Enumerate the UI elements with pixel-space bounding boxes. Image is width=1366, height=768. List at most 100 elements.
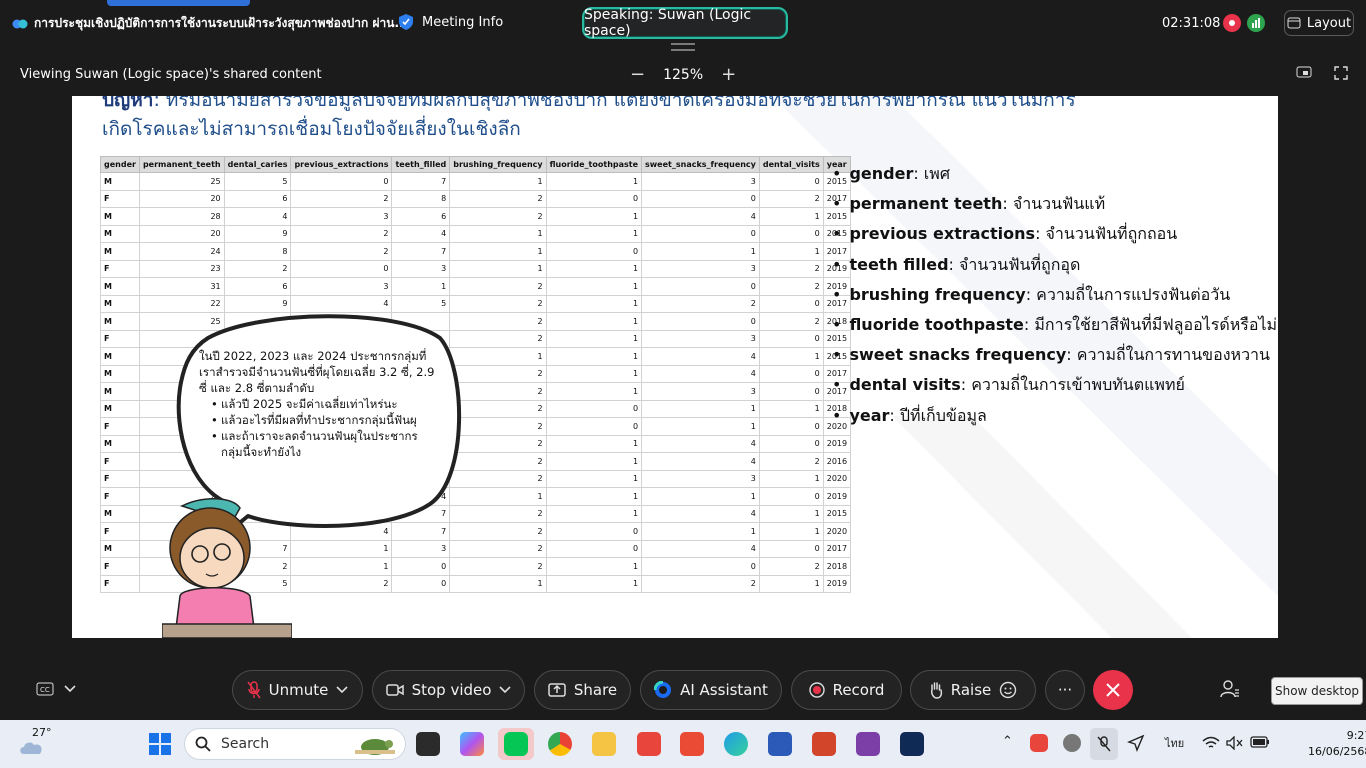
meeting-info-button[interactable]: Meeting Info [398,13,503,31]
more-options-label: ··· [1057,681,1073,699]
drag-handle[interactable] [671,43,695,51]
powerpoint-app-icon[interactable] [812,732,836,756]
table-cell: 1 [758,399,824,418]
line-app-icon[interactable] [498,728,534,760]
table-cell: 1 [449,259,547,278]
ai-assistant-label: AI Assistant [680,681,768,699]
location-icon[interactable] [1127,734,1145,752]
chrome-app-icon[interactable] [548,732,572,756]
system-clock[interactable]: 9:27 16/06/2568 [1308,728,1366,760]
table-cell: 8 [391,189,451,208]
layout-button[interactable]: Layout [1284,10,1354,36]
definition-term: permanent teeth [849,194,1003,214]
active-speaker-badge: Speaking: Suwan (Logic space) [582,7,788,39]
definition-term: gender [849,164,914,183]
line-logo-icon [504,732,528,756]
definition-desc: : จำนวนฟันที่ถูกถอน [1035,224,1178,244]
volume-muted-icon[interactable] [1226,736,1244,750]
recording-indicator-icon[interactable] [1223,14,1241,32]
definition-item: brushing frequency: ความถี่ในการแปรงฟันต… [832,280,1277,310]
table-cell: 1 [545,277,643,296]
raise-label: Raise [950,681,992,699]
unmute-button[interactable]: Unmute [232,670,363,710]
definition-term: year [849,405,890,425]
status-tray-icon[interactable] [1063,734,1081,752]
table-cell: 6 [223,189,292,208]
folder-app-icon[interactable] [592,732,616,756]
reactions-icon[interactable] [999,681,1017,699]
table-cell: 2 [449,539,547,558]
file-explorer-app-icon[interactable] [416,732,440,756]
webex-app-icon[interactable] [900,732,924,756]
slides-app-icon[interactable] [680,732,704,756]
table-cell: 4 [641,347,760,366]
network-health-icon[interactable] [1247,14,1265,32]
table-cell: 24 [138,242,225,261]
problem-line-2: เกิดโรคและไม่สามารถเชื่อมโยงปัจจัยเสี่ยง… [102,118,521,140]
share-button[interactable]: Share [534,670,631,710]
copilot-app-icon[interactable] [460,732,484,756]
chevron-up-icon[interactable]: ⌃ [1002,734,1013,749]
pdf-app-icon[interactable] [856,732,880,756]
table-cell: 0 [758,364,824,383]
table-cell: 1 [545,434,643,453]
leave-meeting-button[interactable] [1093,670,1133,710]
table-cell: 2 [290,224,393,243]
mic-tray-button[interactable] [1090,728,1118,760]
participants-button[interactable] [1220,680,1240,702]
table-cell: 0 [758,539,824,558]
language-indicator[interactable]: ไทย [1165,734,1184,752]
bubble-point: และถ้าเราจะลดจำนวนฟันผุในประชากรกลุ่มนี้… [211,428,439,460]
weather-widget[interactable]: 27° [18,726,52,758]
edge-app-icon[interactable] [724,732,748,756]
view-options [1296,66,1348,80]
windows-start-icon[interactable] [148,732,172,756]
zoom-in-button[interactable]: + [721,64,736,85]
table-header-row: gender permanent_teeth dental_caries previo… [100,156,852,173]
table-cell: F [100,557,140,576]
table-cell: 4 [641,207,760,226]
battery-icon[interactable] [1250,736,1270,748]
captions-button[interactable]: CC [36,682,76,696]
fullscreen-icon[interactable] [1334,66,1348,80]
svg-text:CC: CC [40,686,50,694]
table-cell: 0 [758,382,824,401]
table-cell: 1 [449,242,547,261]
anydesk-tray-icon[interactable] [1030,734,1048,752]
record-icon [808,682,825,698]
temperature: 27° [32,726,52,739]
zoom-out-button[interactable]: − [630,64,645,85]
anydesk-app-icon[interactable] [637,732,661,756]
table-cell: 0 [641,224,760,243]
table-cell: 2018 [822,557,852,576]
raise-hand-button[interactable]: Raise [910,670,1036,710]
screen-share-indicator [107,0,250,6]
ai-assistant-button[interactable]: AI Assistant [640,670,782,710]
more-options-button[interactable]: ··· [1045,670,1085,710]
table-cell: M [100,277,140,296]
bubble-point: แล้วอะไรที่มีผลที่ทำประชากรกลุ่มนี้ฟันผุ [211,412,439,428]
pop-out-icon[interactable] [1296,66,1312,80]
table-cell: 1 [545,294,643,313]
word-app-icon[interactable] [768,732,792,756]
table-cell: M [100,504,140,523]
stop-video-button[interactable]: Stop video [372,670,525,710]
definition-item: gender: เพศ [832,159,1277,189]
wifi-icon[interactable] [1202,736,1220,750]
table-cell: 1 [545,382,643,401]
table-header-cell: dental_visits [758,156,824,173]
table-cell: 1 [758,347,824,366]
table-cell: 0 [758,224,824,243]
table-cell: 2 [449,557,547,576]
table-cell: F [100,469,140,488]
table-cell: 3 [391,259,451,278]
muted-microphone-icon [1097,736,1111,752]
table-cell: 0 [758,172,824,191]
definition-desc: : จำนวนฟันที่ถูกอุด [948,254,1081,274]
taskbar-search[interactable]: Search [184,728,406,760]
record-button[interactable]: Record [791,670,902,710]
definition-term: previous extractions [849,224,1036,244]
zoom-controls: − 125% + [630,64,736,85]
table-cell: 2 [758,452,824,471]
table-cell: M [100,172,140,191]
